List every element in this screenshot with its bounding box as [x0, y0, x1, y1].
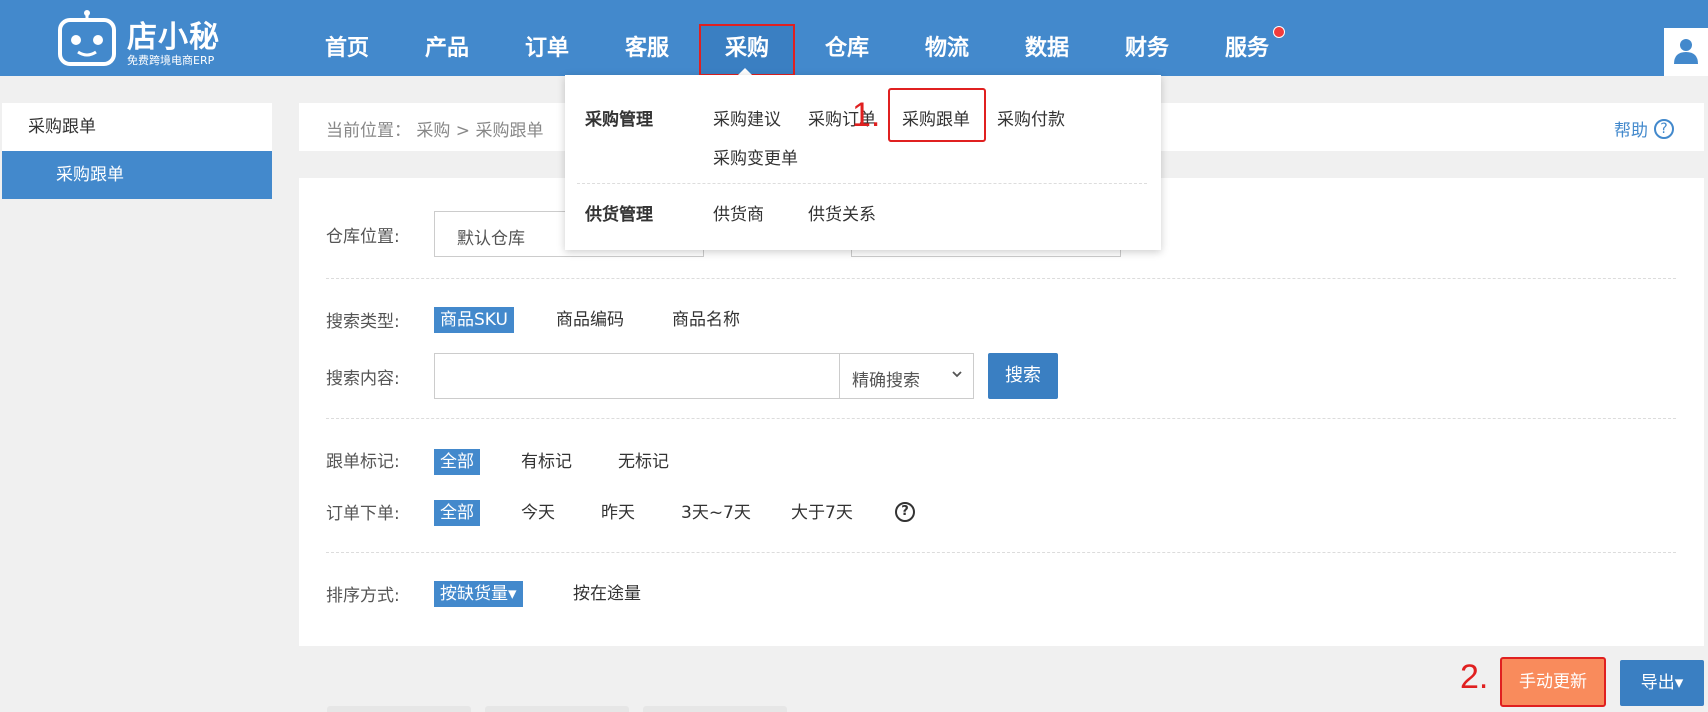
divider — [326, 278, 1676, 279]
tab-stub[interactable] — [643, 706, 787, 712]
sidebar-item-purchase-tracking[interactable]: 采购跟单 — [2, 151, 272, 199]
nav-logistics[interactable]: 物流 — [897, 0, 997, 76]
menu-supply-relation[interactable]: 供货关系 — [808, 200, 876, 225]
chevron-down-icon — [952, 371, 962, 378]
menu-purchase-payment[interactable]: 采购付款 — [997, 105, 1065, 130]
warehouse-value: 默认仓库 — [457, 229, 525, 249]
nav-services[interactable]: 服务 — [1197, 0, 1297, 76]
brand-name: 店小秘 — [127, 20, 220, 55]
step1-annotation: 1. — [852, 96, 881, 134]
nav-finance[interactable]: 财务 — [1097, 0, 1197, 76]
nav-services-label: 服务 — [1224, 36, 1269, 61]
dropdown-group-supply: 供货管理 — [585, 205, 653, 225]
search-type-code[interactable]: 商品编码 — [550, 307, 630, 333]
sidebar: 采购跟单 采购跟单 — [2, 103, 272, 199]
top-bar: 店小秘 免费跨境电商ERP 首页 产品 订单 客服 采购 仓库 物流 数据 财务… — [0, 0, 1708, 76]
help-link[interactable]: 帮助 ? — [1614, 116, 1674, 141]
help-question-icon: ? — [1654, 118, 1674, 139]
export-button[interactable]: 导出▾ — [1620, 660, 1704, 706]
breadcrumb: 当前位置： 采购 > 采购跟单 — [326, 121, 544, 141]
notification-dot — [1273, 26, 1285, 38]
dropdown-divider — [577, 183, 1147, 184]
order-over-7-days[interactable]: 大于7天 — [785, 500, 859, 526]
order-all[interactable]: 全部 — [434, 500, 480, 526]
user-button[interactable] — [1664, 28, 1708, 76]
robot-logo-icon — [58, 10, 116, 66]
logo[interactable]: 店小秘 免费跨境电商ERP — [56, 6, 226, 67]
help-label: 帮助 — [1614, 121, 1648, 141]
search-button[interactable]: 搜索 — [988, 353, 1058, 399]
user-icon — [1674, 39, 1698, 64]
brand-slogan: 免费跨境电商ERP — [127, 54, 215, 67]
search-type-name[interactable]: 商品名称 — [666, 307, 746, 333]
nav-products[interactable]: 产品 — [397, 0, 497, 76]
search-type-sku[interactable]: 商品SKU — [434, 307, 514, 333]
search-input[interactable] — [434, 353, 839, 399]
tab-stub[interactable] — [485, 706, 629, 712]
menu-purchase-suggestion[interactable]: 采购建议 — [713, 105, 781, 130]
manual-update-button[interactable]: 手动更新 — [1500, 657, 1606, 707]
order-help-icon[interactable]: ? — [895, 502, 915, 522]
search-mode-value: 精确搜索 — [852, 371, 920, 391]
nav-orders[interactable]: 订单 — [497, 0, 597, 76]
warehouse-label: 仓库位置: — [326, 227, 400, 247]
menu-purchase-tracking[interactable]: 采购跟单 — [902, 105, 970, 130]
order-label: 订单下单: — [326, 504, 400, 524]
mark-marked[interactable]: 有标记 — [515, 449, 578, 475]
mark-all[interactable]: 全部 — [434, 449, 480, 475]
menu-supplier[interactable]: 供货商 — [713, 200, 764, 225]
menu-purchase-change[interactable]: 采购变更单 — [713, 144, 798, 169]
nav-home[interactable]: 首页 — [297, 0, 397, 76]
tab-stub[interactable] — [327, 706, 471, 712]
divider — [326, 552, 1676, 553]
sort-label: 排序方式: — [326, 586, 400, 606]
divider — [326, 418, 1676, 419]
search-type-label: 搜索类型: — [326, 312, 400, 332]
order-yesterday[interactable]: 昨天 — [595, 500, 641, 526]
mark-label: 跟单标记: — [326, 452, 400, 472]
sort-by-in-transit[interactable]: 按在途量 — [567, 581, 647, 607]
nav-data[interactable]: 数据 — [997, 0, 1097, 76]
search-content-label: 搜索内容: — [326, 369, 400, 389]
dropdown-group-purchase: 采购管理 — [585, 110, 653, 130]
search-mode-select[interactable]: 精确搜索 — [839, 353, 974, 399]
mark-unmarked[interactable]: 无标记 — [612, 449, 675, 475]
sidebar-header[interactable]: 采购跟单 — [2, 103, 272, 151]
nav-customer-service[interactable]: 客服 — [597, 0, 697, 76]
sort-by-shortage[interactable]: 按缺货量▾ — [434, 581, 523, 607]
order-3to7-days[interactable]: 3天~7天 — [675, 500, 757, 526]
nav-warehouse[interactable]: 仓库 — [797, 0, 897, 76]
step2-annotation: 2. — [1460, 658, 1489, 696]
order-today[interactable]: 今天 — [515, 500, 561, 526]
main-nav: 首页 产品 订单 客服 采购 仓库 物流 数据 财务 服务 — [297, 0, 1297, 76]
